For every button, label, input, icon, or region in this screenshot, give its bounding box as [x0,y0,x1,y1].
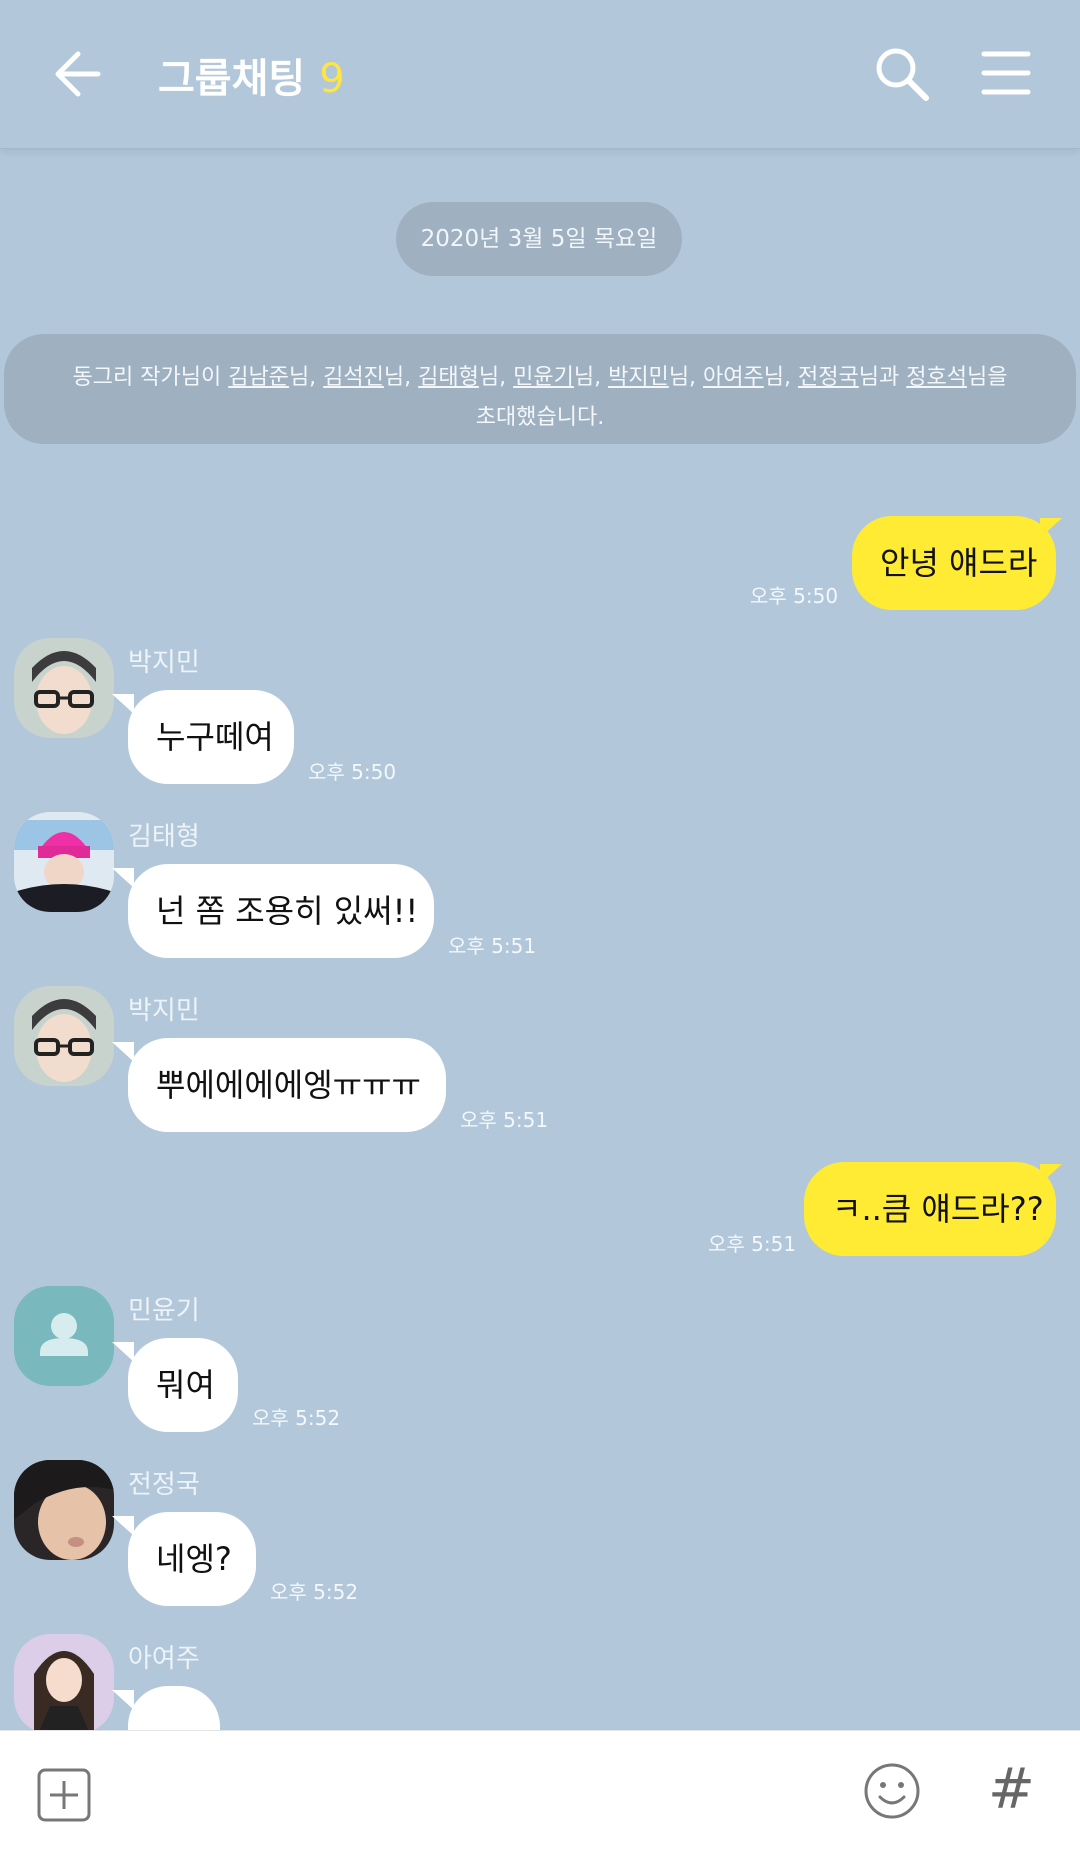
avatar-photo [14,638,114,738]
sender-name: 아여주 [128,1644,200,1674]
avatar[interactable] [14,812,114,912]
member-count: 9 [319,56,345,102]
message-time: 오후 5:50 [308,760,397,784]
their-message-bubble[interactable]: 뭐여 [128,1338,238,1432]
avatar[interactable] [14,1634,114,1734]
avatar[interactable] [14,1286,114,1386]
message-time: 오후 5:52 [252,1406,341,1430]
hamburger-menu-icon[interactable] [980,48,1032,98]
plus-square-icon[interactable] [36,1767,92,1823]
avatar-photo [14,986,114,1086]
date-divider: 2020년 3월 5일 목요일 [396,202,682,276]
search-icon[interactable] [872,44,932,104]
invite-notice: 동그리 작가님이 김남준님, 김석진님, 김태형님, 민윤기님, 박지민님, 아… [4,334,1076,444]
notice-name[interactable]: 전정국 [798,365,859,390]
notice-prefix: 동그리 작가님이 [72,365,229,390]
their-message-bubble[interactable]: 누구떼여 [128,690,294,784]
notice-name[interactable]: 아여주 [703,365,764,390]
notice-name[interactable]: 김태형 [418,365,479,390]
avatar-photo [14,1634,114,1734]
message-time: 오후 5:52 [270,1580,359,1604]
avatar-photo [14,1460,114,1560]
my-message-bubble[interactable]: 안녕 얘드라 [852,516,1056,610]
hashtag-icon[interactable]: # [988,1759,1035,1821]
chat-title-text: 그룹채팅 [158,56,306,102]
bubble-tail [112,1342,134,1362]
chat-header: 그룹채팅 9 [0,0,1080,149]
bubble-tail [112,1042,134,1062]
sender-name: 전정국 [128,1470,200,1500]
bubble-tail [112,868,134,888]
avatar[interactable] [14,986,114,1086]
sender-name: 민윤기 [128,1296,200,1326]
message-time: 오후 5:50 [750,584,839,608]
arrow-left-icon[interactable] [50,44,102,104]
message-time: 오후 5:51 [448,934,537,958]
notice-name[interactable]: 정호석 [906,365,967,390]
their-message-bubble[interactable]: 넌 쫌 조용히 있써!! [128,864,434,958]
bubble-tail [1040,518,1062,538]
notice-name[interactable]: 박지민 [608,365,669,390]
their-message-bubble[interactable]: 네엥? [128,1512,256,1606]
bubble-tail [112,694,134,714]
avatar[interactable] [14,1460,114,1560]
default-profile-icon [40,1313,88,1356]
chat-title: 그룹채팅 9 [158,46,345,104]
bubble-tail [1040,1164,1062,1184]
message-time: 오후 5:51 [460,1108,549,1132]
message-composer: # [0,1730,1080,1858]
smiley-icon[interactable] [862,1761,922,1821]
sender-name: 박지민 [128,648,200,678]
notice-name[interactable]: 김남준 [228,365,289,390]
avatar[interactable] [14,638,114,738]
avatar-photo [14,812,114,912]
sender-name: 박지민 [128,996,200,1026]
notice-line2: 초대했습니다. [475,405,605,430]
their-message-bubble[interactable]: 뿌에에에에엥ㅠㅠㅠ [128,1038,446,1132]
notice-name[interactable]: 김석진 [323,365,384,390]
sender-name: 김태형 [128,822,200,852]
message-time: 오후 5:51 [708,1232,797,1256]
notice-name[interactable]: 민윤기 [513,365,574,390]
bubble-tail [112,1690,134,1710]
bubble-tail [112,1516,134,1536]
notice-tail: 님을 [966,365,1008,390]
my-message-bubble[interactable]: ㅋ..큼 얘드라?? [804,1162,1056,1256]
